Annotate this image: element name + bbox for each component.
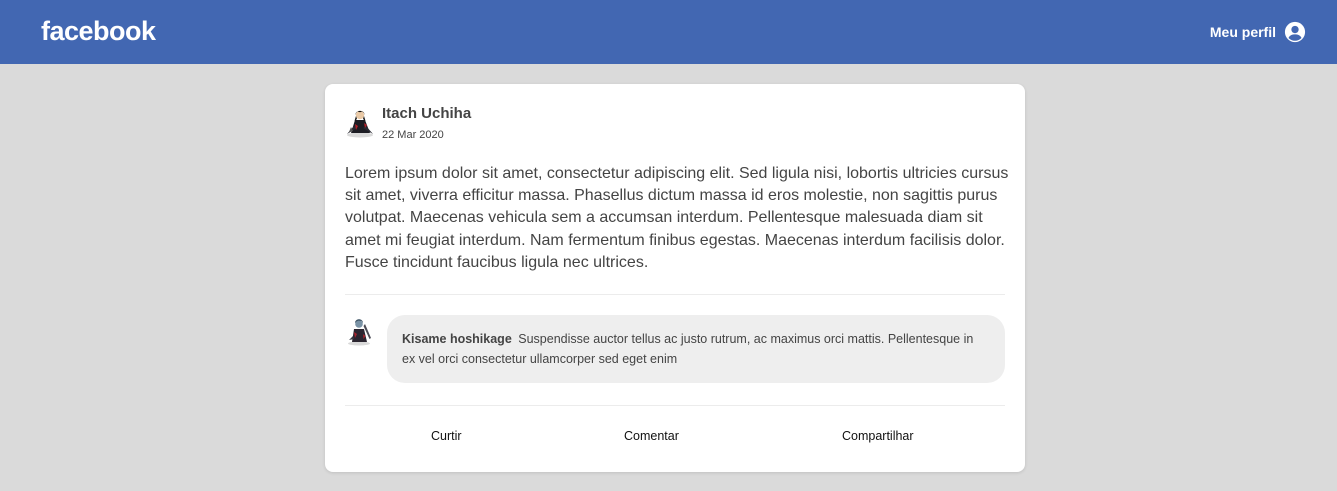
- my-profile-label: Meu perfil: [1209, 24, 1276, 40]
- share-button[interactable]: Compartilhar: [842, 426, 914, 446]
- post-body-text: Lorem ipsum dolor sit amet, consectetur …: [345, 165, 1009, 271]
- post-card: Itach Uchiha 22 Mar 2020 Lorem ipsum dol…: [325, 84, 1025, 472]
- top-navbar: facebook Meu perfil: [0, 0, 1337, 64]
- comment-bubble: Kisame hoshikage Suspendisse auctor tell…: [387, 315, 1005, 383]
- like-button[interactable]: Curtir: [431, 426, 462, 446]
- comment-button[interactable]: Comentar: [624, 426, 679, 446]
- comment-item: Kisame hoshikage Suspendisse auctor tell…: [345, 315, 1005, 383]
- facebook-logo[interactable]: facebook: [41, 14, 156, 48]
- divider: [345, 405, 1005, 406]
- kisame-avatar[interactable]: [345, 316, 373, 346]
- post-actions: Curtir Comentar Compartilhar: [345, 426, 1005, 446]
- divider: [345, 294, 1005, 295]
- user-circle-icon: [1284, 21, 1306, 43]
- post-date: 22 Mar 2020: [382, 129, 444, 141]
- post-author-name[interactable]: Itach Uchiha: [382, 104, 471, 124]
- my-profile-link[interactable]: Meu perfil: [1210, 20, 1306, 44]
- itachi-avatar[interactable]: [345, 106, 375, 138]
- comment-author-name[interactable]: Kisame hoshikage: [402, 332, 512, 346]
- post-header: Itach Uchiha 22 Mar 2020: [345, 104, 471, 142]
